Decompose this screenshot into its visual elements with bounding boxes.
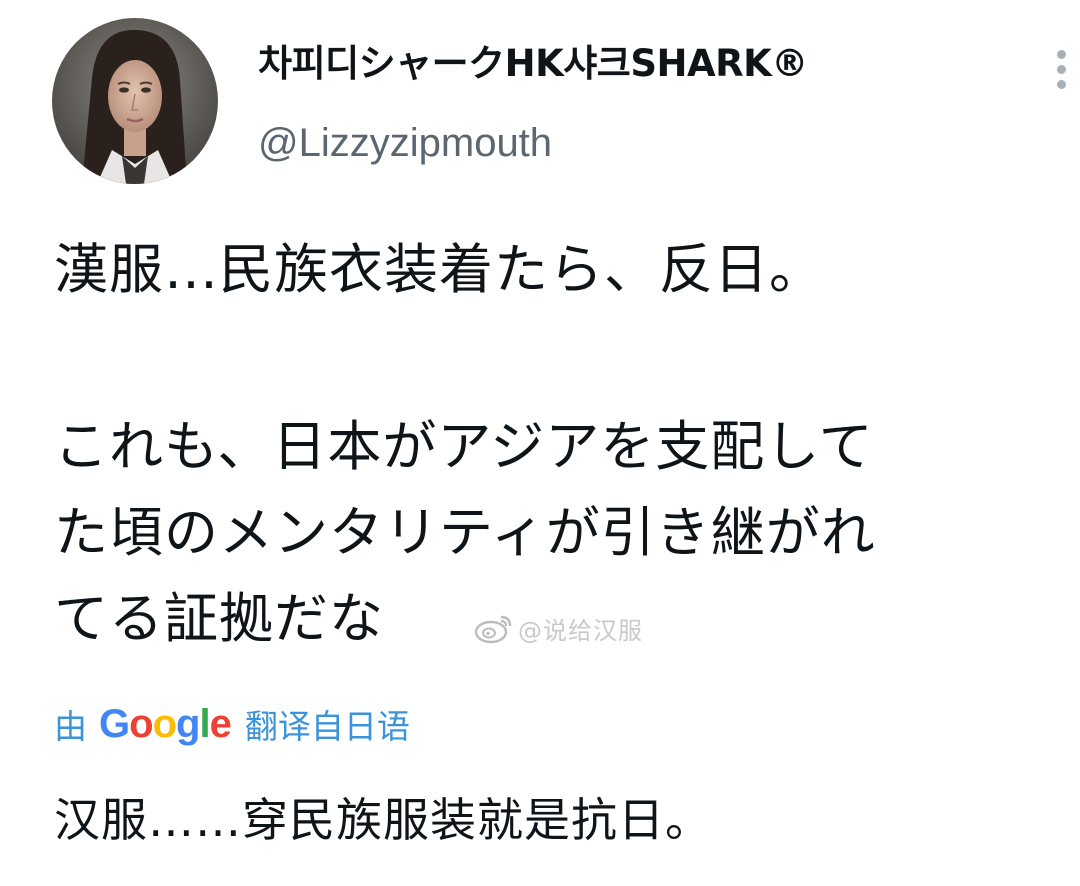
translated-by-label: 由 [54, 707, 87, 746]
translated-from-label: 翻译自日语 [244, 707, 410, 746]
tweet-text-line: これも、日本がアジアを支配して [54, 415, 874, 478]
google-logo: Google [99, 701, 232, 746]
tweet-text-line: 漢服…民族衣装着たら、反日。 [54, 238, 824, 301]
avatar[interactable] [52, 18, 218, 184]
tweet-card: 차피디シャークHK샤크SHARK® @Lizzyzipmouth 漢服…民族衣装… [0, 0, 1080, 886]
tweet-text-line: た頃のメンタリティが引き継がれ [54, 501, 876, 564]
watermark-text: @说给汉服 [518, 616, 643, 645]
profile-photo-icon [52, 18, 218, 184]
translation-attribution[interactable]: 由 Google 翻译自日语 [54, 696, 410, 752]
display-name[interactable]: 차피디シャークHK샤크SHARK® [258, 40, 808, 88]
translated-text: 汉服……穿民族服装就是抗日。 [54, 793, 712, 847]
watermark: @说给汉服 [474, 608, 643, 648]
user-handle[interactable]: @Lizzyzipmouth [258, 118, 552, 168]
tweet-text-line: てる証拠だな [54, 587, 384, 650]
weibo-icon [474, 615, 512, 644]
more-vertical-icon[interactable] [1050, 50, 1072, 98]
